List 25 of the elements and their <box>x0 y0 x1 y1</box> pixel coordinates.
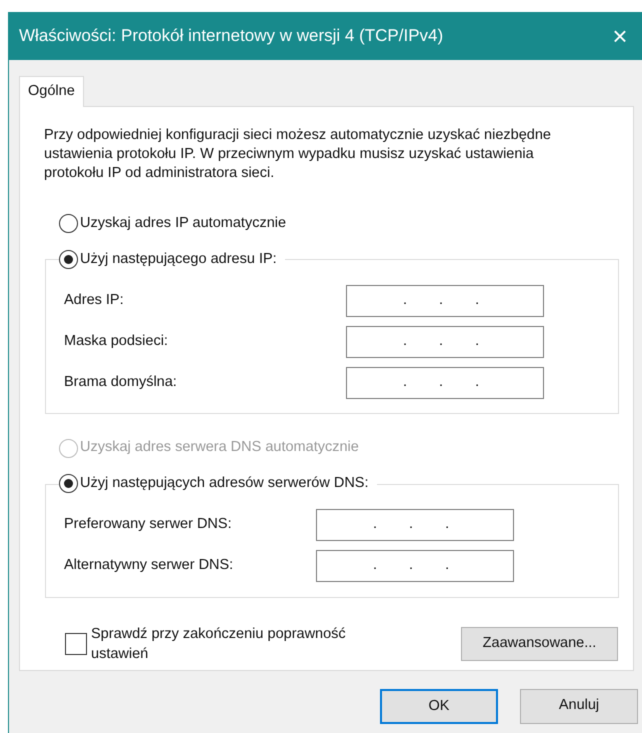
field-label: Adres IP: <box>64 290 125 310</box>
ip-address-field[interactable]: . . . <box>346 284 544 317</box>
dialog-button[interactable]: OK <box>380 688 498 724</box>
field-label: Brama domyślna: <box>64 372 178 392</box>
ip-address-field[interactable]: . . . <box>316 550 514 582</box>
advanced-button[interactable]: Zaawansowane... <box>461 626 618 661</box>
field-label: Alternatywny serwer DNS: <box>64 556 234 576</box>
radio-label[interactable]: Uzyskaj adres IP automatycznie <box>80 212 286 234</box>
dialog-button[interactable]: Anuluj <box>520 688 638 724</box>
radio-button[interactable] <box>59 250 78 269</box>
ip-address-field[interactable]: . . . <box>316 509 514 542</box>
intro-text: Przy odpowiedniej konfiguracji sieci możesz automatycznie uzyskać niezbędne ustawienia protokołu IP. W przeciwnym wypadku musisz uzyskać ustawienia protokołu IP od administratora sieci. <box>44 126 552 183</box>
radio-button[interactable] <box>59 214 78 234</box>
checkbox[interactable] <box>65 632 87 655</box>
checkbox-label[interactable]: Sprawdź przy zakończeniu poprawność ustawień <box>91 624 396 664</box>
close-button[interactable]: × <box>598 22 642 50</box>
radio-button[interactable] <box>59 474 78 494</box>
radio-label[interactable]: Użyj następujących adresów serwerów DNS: <box>80 473 368 495</box>
ip-address-field[interactable]: . . . <box>346 326 544 358</box>
radio-label[interactable]: Użyj następującego adresu IP: <box>80 248 277 270</box>
window-title: Właściwości: Protokół internetowy w wersji 4 (TCP/IPv4) <box>19 25 444 48</box>
ip-address-field[interactable]: . . . <box>346 366 544 399</box>
field-label: Preferowany serwer DNS: <box>64 515 233 534</box>
field-label: Maska podsieci: <box>64 332 169 351</box>
tab[interactable]: Ogólne <box>19 76 84 107</box>
